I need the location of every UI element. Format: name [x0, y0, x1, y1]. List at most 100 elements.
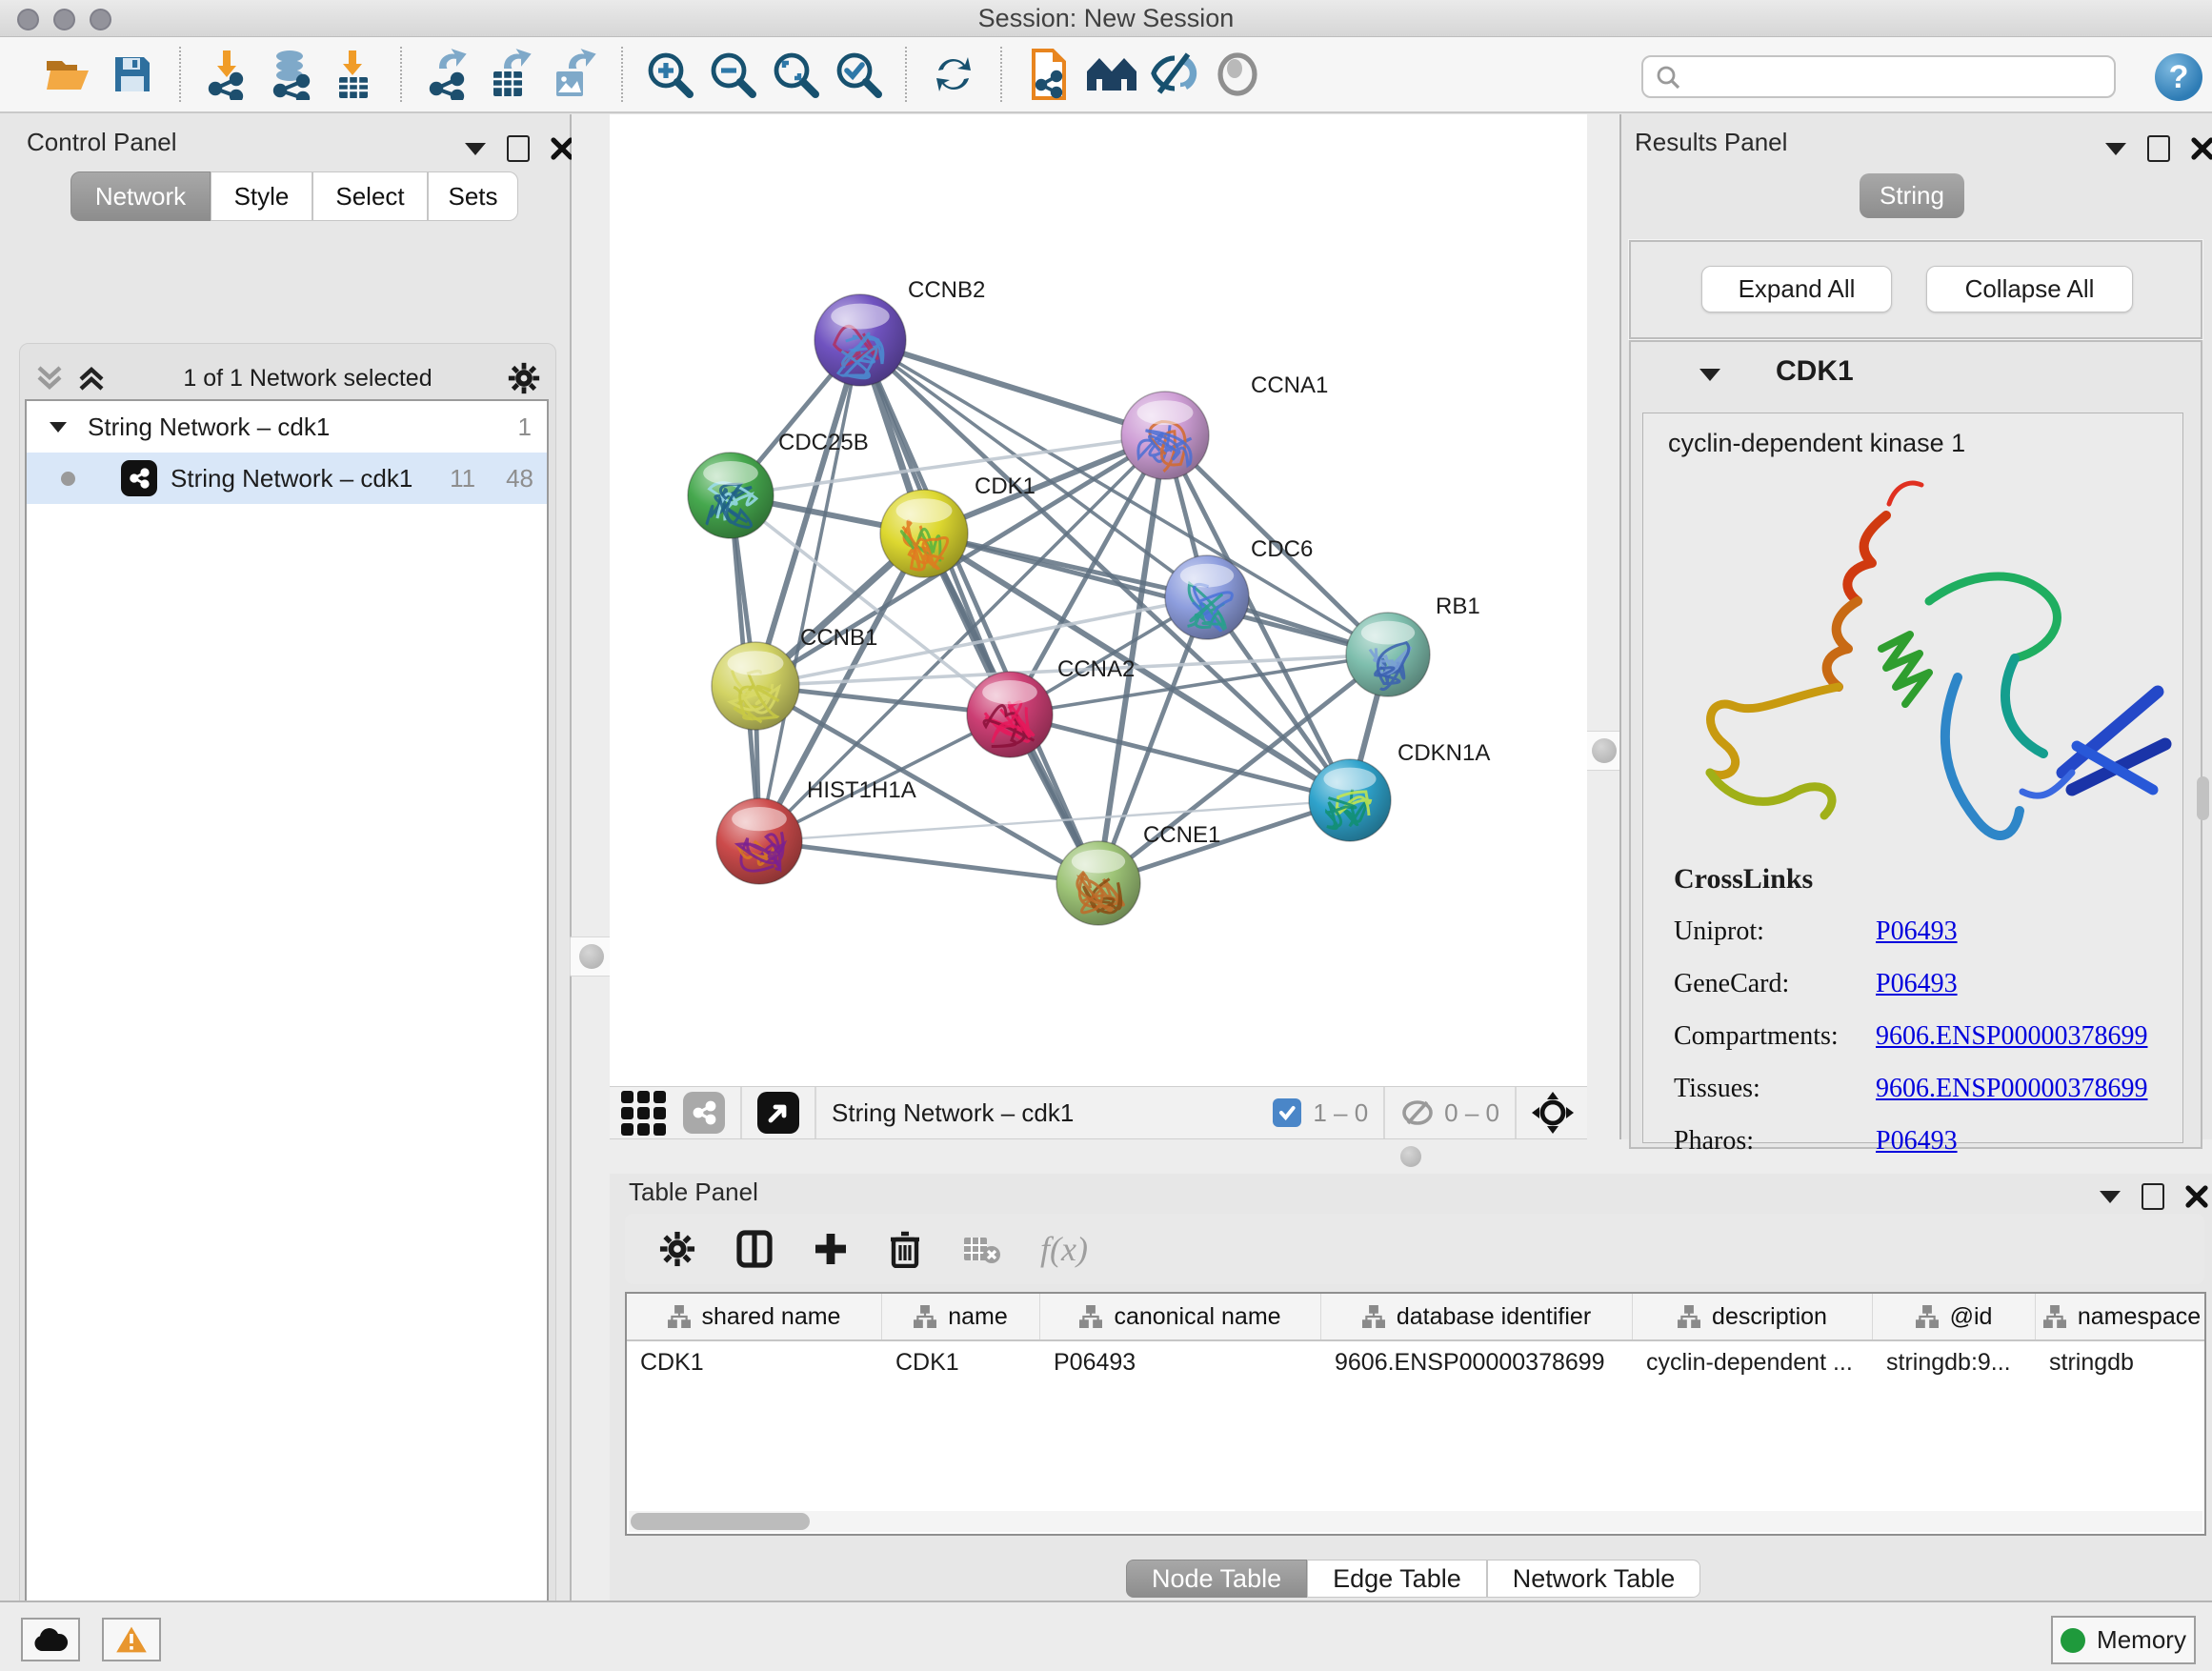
crosslink-value[interactable]: P06493	[1876, 969, 1958, 999]
right-splitter[interactable]	[1587, 114, 1619, 1139]
crosslink-label: GeneCard:	[1674, 969, 1876, 999]
collection-label: String Network – cdk1	[88, 413, 330, 442]
crosslink-row: GeneCard: P06493	[1674, 969, 2182, 999]
zoom-selected-button[interactable]	[827, 44, 890, 105]
section-collapse-icon[interactable]	[1699, 369, 1720, 381]
function-builder-icon[interactable]: f(x)	[1040, 1229, 1088, 1269]
cell-namespace: stringdb	[2036, 1341, 2206, 1383]
network-canvas[interactable]: CCNB2CCNA1CDC25BCDK1CDC6RB1CCNB1CCNA2CDK…	[610, 114, 1587, 1086]
results-scrollbar-thumb[interactable]	[2197, 776, 2209, 820]
maximize-panel-icon[interactable]	[507, 135, 530, 162]
application-window: Session: New Session	[0, 0, 2212, 1671]
export-table-button[interactable]	[480, 44, 543, 105]
crosslink-label: Uniprot:	[1674, 916, 1876, 947]
bottom-splitter-handle[interactable]	[1400, 1146, 1421, 1167]
close-panel-icon[interactable]	[2191, 137, 2212, 160]
tab-style[interactable]: Style	[211, 171, 312, 221]
column-type-icon	[668, 1305, 691, 1328]
crosslink-value[interactable]: 9606.ENSP00000378699	[1876, 1021, 2147, 1052]
delete-table-icon[interactable]	[962, 1234, 1000, 1264]
export-image-button[interactable]	[543, 44, 606, 105]
grid-view-icon[interactable]	[621, 1091, 666, 1136]
column-header: description	[1712, 1303, 1827, 1331]
toolbar-search[interactable]	[1641, 55, 2116, 98]
column-header: canonical name	[1114, 1303, 1280, 1331]
crosslink-value[interactable]: P06493	[1876, 1126, 1958, 1157]
zoom-fit-button[interactable]	[764, 44, 827, 105]
birds-eye-view-icon[interactable]	[757, 1092, 799, 1134]
save-session-button[interactable]	[101, 44, 164, 105]
float-panel-icon[interactable]	[465, 143, 486, 155]
memory-label: Memory	[2097, 1625, 2186, 1655]
float-panel-icon[interactable]	[2105, 143, 2126, 155]
show-columns-icon[interactable]	[735, 1230, 774, 1268]
node-label: CCNB1	[800, 625, 877, 651]
export-network-button[interactable]	[417, 44, 480, 105]
create-column-icon[interactable]	[814, 1232, 848, 1266]
zoom-in-button[interactable]	[638, 44, 701, 105]
close-panel-icon[interactable]	[551, 137, 573, 160]
hide-glasses-button[interactable]	[1143, 44, 1206, 105]
import-network-file-button[interactable]	[196, 44, 259, 105]
float-panel-icon[interactable]	[2100, 1191, 2121, 1203]
left-splitter[interactable]	[572, 114, 610, 1601]
crosslinks-title: CrossLinks	[1674, 863, 2182, 896]
network-row[interactable]: String Network – cdk1 11 48	[27, 453, 547, 504]
help-button[interactable]: ?	[2155, 53, 2202, 101]
expand-all-button[interactable]: Expand All	[1701, 266, 1892, 312]
refresh-button[interactable]	[922, 44, 985, 105]
node-label: CDKN1A	[1398, 740, 1490, 766]
node-table[interactable]: shared name name canonical name database…	[625, 1292, 2206, 1536]
import-table-file-button[interactable]	[322, 44, 385, 105]
crosslink-value[interactable]: P06493	[1876, 916, 1958, 947]
column-type-icon	[1916, 1305, 1939, 1328]
zoom-out-button[interactable]	[701, 44, 764, 105]
tree-expand-icon[interactable]	[50, 422, 67, 433]
cloud-status-button[interactable]	[21, 1618, 80, 1661]
left-splitter-handle[interactable]	[570, 936, 613, 976]
node-label: CCNA2	[1057, 656, 1135, 682]
network-collection-row[interactable]: String Network – cdk1 1	[27, 401, 547, 453]
scrollbar-thumb[interactable]	[631, 1513, 810, 1530]
delete-column-icon[interactable]	[888, 1230, 922, 1268]
control-panel-controls	[465, 135, 573, 162]
tab-node-table[interactable]: Node Table	[1126, 1560, 1307, 1598]
open-session-button[interactable]	[38, 44, 101, 105]
node-label: CDC25B	[778, 430, 869, 455]
tab-sets[interactable]: Sets	[428, 171, 518, 221]
maximize-panel-icon[interactable]	[2142, 1183, 2164, 1210]
tab-string[interactable]: String	[1860, 173, 1964, 218]
table-panel-title: Table Panel	[629, 1178, 758, 1207]
expand-all-chevron-icon[interactable]	[75, 364, 108, 393]
close-panel-icon[interactable]	[2185, 1185, 2208, 1208]
open-in-string-button[interactable]	[1017, 44, 1080, 105]
warning-status-button[interactable]	[102, 1618, 161, 1661]
network-type-badge-icon	[683, 1092, 725, 1134]
tab-network-table[interactable]: Network Table	[1487, 1560, 1701, 1598]
hidden-eye-icon[interactable]	[1400, 1098, 1435, 1127]
tab-edge-table[interactable]: Edge Table	[1307, 1560, 1487, 1598]
search-input[interactable]	[1681, 63, 2095, 91]
tab-network[interactable]: Network	[70, 171, 211, 221]
string-home-button[interactable]	[1080, 44, 1143, 105]
tab-select[interactable]: Select	[312, 171, 428, 221]
crosslink-value[interactable]: 9606.ENSP00000378699	[1876, 1074, 2147, 1104]
selected-nodes-checkbox[interactable]	[1273, 1098, 1301, 1127]
fit-selected-crosshair-icon[interactable]	[1532, 1092, 1574, 1134]
string-network-graph[interactable]: CCNB2CCNA1CDC25BCDK1CDC6RB1CCNB1CCNA2CDK…	[610, 114, 1587, 1086]
gear-icon[interactable]	[508, 362, 540, 394]
cdk1-details: cyclin-dependent kinase 1	[1642, 413, 2183, 1143]
show-eye-button[interactable]	[1206, 44, 1269, 105]
table-horizontal-scrollbar[interactable]	[629, 1511, 2202, 1532]
toolbar-separator	[621, 47, 623, 102]
table-gear-icon[interactable]	[659, 1231, 695, 1267]
collapse-all-chevron-icon[interactable]	[33, 364, 66, 393]
maximize-panel-icon[interactable]	[2147, 135, 2170, 162]
protein-structure-image	[1643, 458, 2182, 858]
import-network-database-button[interactable]	[259, 44, 322, 105]
node-label: CCNB2	[908, 277, 985, 303]
collapse-all-button[interactable]: Collapse All	[1926, 266, 2133, 312]
table-row[interactable]: CDK1 CDK1 P06493 9606.ENSP00000378699 cy…	[627, 1341, 2204, 1383]
network-node-count: 11	[450, 464, 475, 493]
memory-button[interactable]: Memory	[2051, 1616, 2196, 1664]
